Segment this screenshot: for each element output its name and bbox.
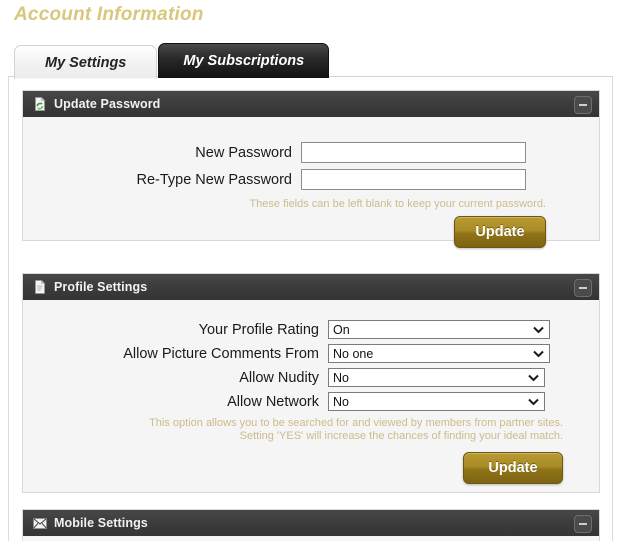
allow-picture-comments-select[interactable]: No one bbox=[328, 344, 550, 363]
panel-header-mobile-settings: Mobile Settings bbox=[23, 510, 599, 536]
tab-strip: My Settings My Subscriptions bbox=[14, 40, 330, 79]
label-your-profile-rating: Your Profile Rating bbox=[198, 321, 319, 338]
panel-profile-settings: Profile Settings Your Profile Rating On bbox=[22, 273, 600, 493]
panel-mobile-settings: Mobile Settings bbox=[22, 509, 600, 541]
panel-update-password: Update Password New Password Re-Type New… bbox=[22, 90, 600, 248]
profile-rating-select[interactable]: On bbox=[328, 320, 550, 339]
panel-header-profile-settings: Profile Settings bbox=[23, 274, 599, 300]
form-row-new-password: New Password bbox=[23, 142, 599, 163]
panel-body-profile-settings: Your Profile Rating On Allow Picture Com… bbox=[23, 300, 599, 492]
account-information-page: Account Information My Settings My Subsc… bbox=[0, 0, 624, 541]
form-row-allow-nudity: Allow Nudity No bbox=[23, 368, 599, 387]
form-row-picture-comments: Allow Picture Comments From No one bbox=[23, 344, 599, 363]
allow-picture-comments-value: No one bbox=[333, 346, 374, 361]
minus-icon bbox=[579, 104, 587, 106]
panel-title-profile-settings: Profile Settings bbox=[54, 280, 148, 294]
profile-rating-value: On bbox=[333, 322, 350, 337]
allow-network-select[interactable]: No bbox=[328, 392, 545, 411]
form-row-allow-network: Allow Network No bbox=[23, 392, 599, 411]
panel-header-update-password: Update Password bbox=[23, 91, 599, 117]
page-refresh-icon bbox=[32, 97, 47, 112]
settings-content-container: Update Password New Password Re-Type New… bbox=[8, 76, 613, 541]
hint-profile-settings-line1: This option allows you to be searched fo… bbox=[149, 417, 563, 429]
tab-my-subscriptions[interactable]: My Subscriptions bbox=[158, 43, 330, 78]
page-icon bbox=[32, 280, 47, 295]
form-row-retype-password: Re-Type New Password bbox=[23, 169, 599, 190]
update-profile-settings-button[interactable]: Update bbox=[463, 452, 563, 484]
panel-body-update-password: New Password Re-Type New Password These … bbox=[23, 117, 599, 248]
retype-new-password-input[interactable] bbox=[301, 169, 526, 190]
allow-network-value: No bbox=[333, 394, 349, 409]
allow-nudity-value: No bbox=[333, 370, 349, 385]
label-new-password: New Password bbox=[195, 144, 292, 161]
collapse-button-profile-settings[interactable] bbox=[574, 279, 592, 297]
chevron-down-icon bbox=[528, 369, 539, 386]
allow-nudity-select[interactable]: No bbox=[328, 368, 545, 387]
collapse-button-update-password[interactable] bbox=[574, 96, 592, 114]
envelope-icon bbox=[32, 516, 47, 531]
hint-update-password: These fields can be left blank to keep y… bbox=[249, 198, 546, 210]
form-row-profile-rating: Your Profile Rating On bbox=[23, 320, 599, 339]
tab-my-settings[interactable]: My Settings bbox=[14, 45, 158, 79]
update-password-button[interactable]: Update bbox=[454, 216, 546, 248]
chevron-down-icon bbox=[533, 345, 544, 362]
new-password-input[interactable] bbox=[301, 142, 526, 163]
panel-title-update-password: Update Password bbox=[54, 97, 161, 111]
chevron-down-icon bbox=[528, 393, 539, 410]
label-allow-nudity: Allow Nudity bbox=[239, 369, 319, 386]
minus-icon bbox=[579, 523, 587, 525]
hint-profile-settings-line2: Setting 'YES' will increase the chances … bbox=[239, 430, 563, 442]
label-retype-new-password: Re-Type New Password bbox=[136, 171, 292, 188]
page-title: Account Information bbox=[14, 4, 204, 25]
chevron-down-icon bbox=[533, 321, 544, 338]
label-allow-network: Allow Network bbox=[227, 393, 319, 410]
minus-icon bbox=[579, 287, 587, 289]
panel-title-mobile-settings: Mobile Settings bbox=[54, 516, 148, 530]
collapse-button-mobile-settings[interactable] bbox=[574, 515, 592, 533]
label-allow-picture-comments-from: Allow Picture Comments From bbox=[123, 345, 319, 362]
